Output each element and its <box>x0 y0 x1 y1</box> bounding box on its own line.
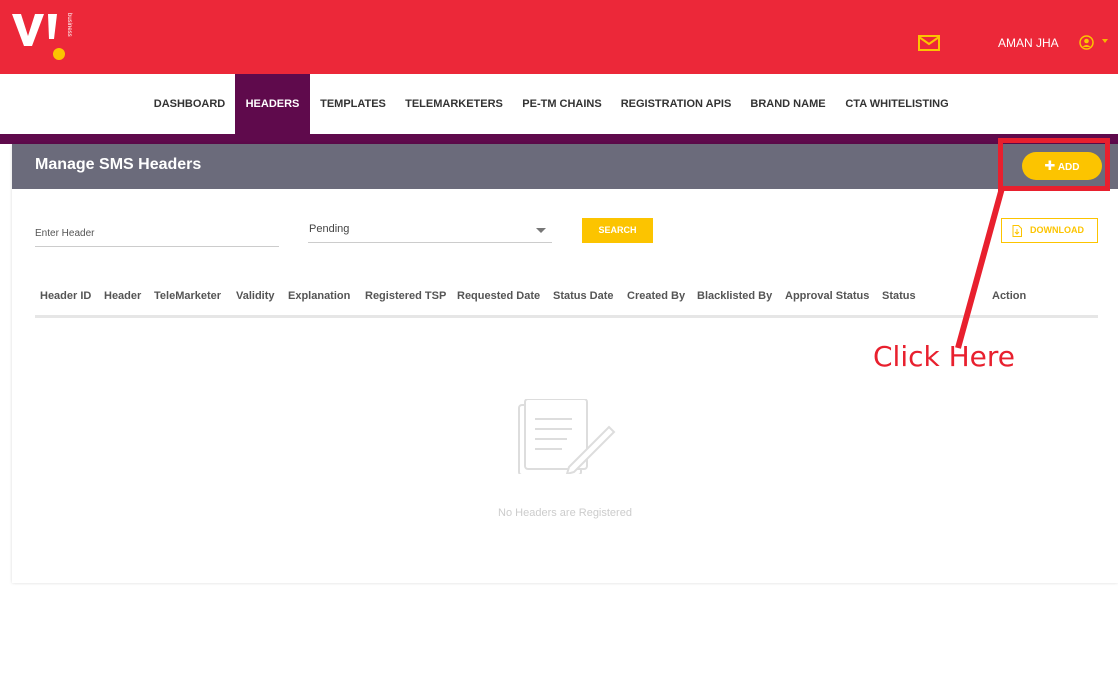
user-circle-icon[interactable] <box>1079 35 1094 50</box>
column-created-by[interactable]: Created By <box>627 290 685 302</box>
column-explanation[interactable]: Explanation <box>288 290 350 302</box>
download-button-label: DOWNLOAD <box>1030 225 1084 235</box>
chevron-down-icon[interactable] <box>1102 39 1108 43</box>
column-blacklisted-by[interactable]: Blacklisted By <box>697 290 772 302</box>
vi-business-logo[interactable]: business <box>10 10 82 62</box>
column-registered-tsp[interactable]: Registered TSP <box>365 290 446 302</box>
dropdown-arrow-icon <box>536 228 546 233</box>
empty-document-icon <box>518 399 616 474</box>
column-validity[interactable]: Validity <box>236 290 275 302</box>
user-name[interactable]: AMAN JHA <box>998 36 1059 50</box>
nav-telemarketers[interactable]: TELEMARKETERS <box>400 74 508 134</box>
column-status[interactable]: Status <box>882 290 916 302</box>
column-header-id[interactable]: Header ID <box>40 290 91 302</box>
table-header-divider <box>35 315 1098 318</box>
download-button[interactable]: DOWNLOAD <box>1001 218 1098 243</box>
page-title: Manage SMS Headers <box>35 156 202 173</box>
column-approval-status[interactable]: Approval Status <box>785 290 869 302</box>
nav-registration-apis[interactable]: REGISTRATION APIS <box>616 74 736 134</box>
header-search-input[interactable] <box>35 221 279 247</box>
nav-dashboard[interactable]: DASHBOARD <box>146 74 233 134</box>
nav-templates[interactable]: TEMPLATES <box>312 74 394 134</box>
annotation-highlight-box <box>998 138 1110 191</box>
column-requested-date[interactable]: Requested Date <box>457 290 540 302</box>
top-bar: business AMAN JHA <box>0 0 1118 74</box>
nav-divider <box>0 134 1118 144</box>
svg-text:business: business <box>66 13 72 37</box>
nav-headers[interactable]: HEADERS <box>235 74 310 134</box>
column-status-date[interactable]: Status Date <box>553 290 614 302</box>
column-action[interactable]: Action <box>992 290 1026 302</box>
annotation-click-here: Click Here <box>873 340 1016 373</box>
search-button[interactable]: SEARCH <box>582 218 653 243</box>
panel-header: Manage SMS Headers ✚ ADD <box>12 144 1118 189</box>
status-select[interactable]: Pending <box>308 219 552 243</box>
nav-cta-whitelisting[interactable]: CTA WHITELISTING <box>840 74 954 134</box>
empty-state-message: No Headers are Registered <box>498 507 632 519</box>
column-telemarketer[interactable]: TeleMarketer <box>154 290 221 302</box>
column-header[interactable]: Header <box>104 290 141 302</box>
document-download-icon <box>1012 225 1022 237</box>
status-select-value: Pending <box>309 223 350 235</box>
nav-brand-name[interactable]: BRAND NAME <box>742 74 834 134</box>
main-nav: DASHBOARD HEADERS TEMPLATES TELEMARKETER… <box>0 74 1118 134</box>
mail-icon[interactable] <box>918 34 940 52</box>
nav-pe-tm-chains[interactable]: PE-TM CHAINS <box>514 74 610 134</box>
